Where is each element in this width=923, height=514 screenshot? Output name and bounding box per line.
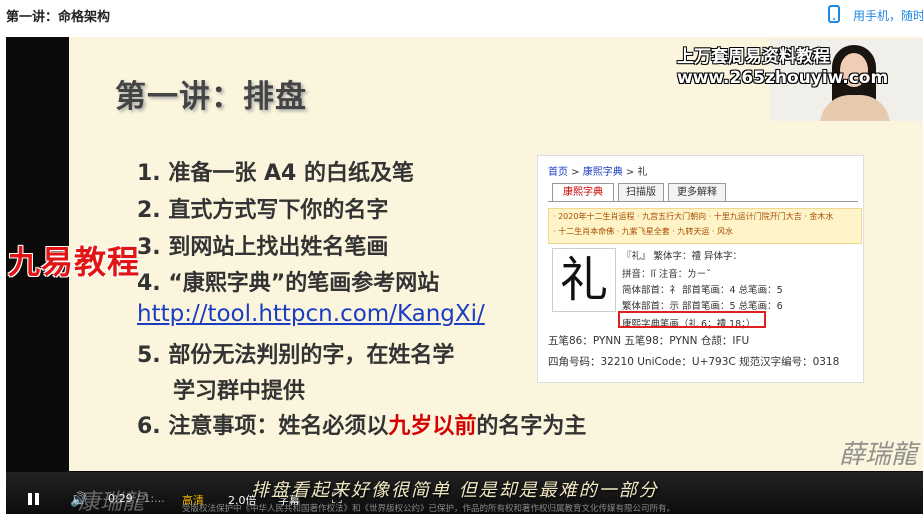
dict-character: 礼	[552, 248, 616, 312]
logo-watermark: 康瑞龍	[78, 490, 145, 514]
crumb-home: 首页	[548, 167, 568, 178]
slide-title: 第一讲：排盘	[115, 79, 307, 115]
item6-suffix: 的名字为主	[476, 414, 587, 439]
lesson-title: 第一讲：命格架构	[6, 10, 111, 25]
brand-watermark: 九易教程	[8, 243, 141, 281]
tab-scan: 扫描版	[618, 183, 664, 201]
dict-tabs: 康熙字典 扫描版 更多解释	[548, 183, 858, 202]
presenter-body	[820, 95, 890, 121]
ad-row-2: · 十二生肖本命佛 · 九紫飞星全套 · 九转天运 · 风水	[553, 227, 733, 236]
copyright-notice: 受版权法保护中《中华人民共和国著作权法》和《世界版权公约》已保护，作品的所有权和…	[182, 504, 676, 514]
reference-url: http://tool.httpcn.com/KangXi/	[137, 301, 485, 327]
top-bar: 第一讲：命格架构 用手机，随时	[0, 0, 923, 30]
video-player[interactable]: 第一讲：排盘 1. 准备一张 A4 的白纸及笔 2. 直式方式写下你的名字 3.…	[6, 37, 923, 514]
crumb-section: 康熙字典	[582, 167, 623, 178]
tab-more: 更多解释	[668, 183, 726, 201]
phone-icon[interactable]	[828, 5, 840, 23]
dictionary-screenshot: 首页 > 康熙字典 > 礼 康熙字典 扫描版 更多解释 · 2020年十二生肖运…	[537, 155, 864, 383]
dict-row-codes: 四角号码：32210 UniCode：U+793C 规范汉字编号：0318	[548, 356, 840, 368]
dict-row-pinyin: 拼音：lǐ 注音：ㄌㄧˇ	[622, 269, 712, 280]
dict-row-variants: 『礼』 繁体字：禮 异体字：	[622, 251, 743, 262]
item6-prefix: 6. 注意事项：姓名必须以	[137, 414, 389, 439]
list-item-5-continued: 学习群中提供	[173, 379, 306, 404]
highlight-box	[618, 311, 766, 328]
pause-icon[interactable]	[28, 493, 40, 505]
list-item-5: 5. 部份无法判别的字，在姓名学	[137, 343, 455, 368]
dict-row-wubi: 五笔86：PYNN 五笔98：PYNN 仓颉：IFU	[548, 335, 750, 347]
phone-link[interactable]: 用手机，随时	[853, 7, 923, 24]
signature-seal: 薛瑞龍	[839, 440, 918, 470]
ad-row-1: · 2020年十二生肖运程 · 九宫五行大门朝向 · 十里九运计门院开门大吉 ·…	[553, 212, 834, 221]
crumb-char: 礼	[637, 167, 648, 178]
tab-kangxi: 康熙字典	[552, 183, 614, 201]
list-item-6: 6. 注意事项：姓名必须以九岁以前的名字为主	[137, 408, 586, 440]
list-item-2: 2. 直式方式写下你的名字	[137, 198, 389, 223]
watermark-text: 上万套周易资料教程	[677, 47, 830, 67]
watermark-url: www.265zhouyiw.com	[677, 68, 889, 88]
item6-highlight: 九岁以前	[388, 414, 477, 439]
video-caption: 排盘看起来好像很简单 但是却是最难的一部分	[251, 480, 659, 501]
dict-row-simplified: 简体部首：礻 部首笔画：4 总笔画：5	[622, 285, 783, 296]
list-item-3: 3. 到网站上找出姓名笔画	[137, 235, 389, 260]
list-item-1: 1. 准备一张 A4 的白纸及笔	[137, 161, 414, 186]
list-item-4: 4. “康熙字典”的笔画参考网站	[137, 271, 440, 296]
breadcrumb: 首页 > 康熙字典 > 礼	[548, 167, 648, 178]
ad-links: · 2020年十二生肖运程 · 九宫五行大门朝向 · 十里九运计门院开门大吉 ·…	[548, 208, 862, 244]
dict-row-traditional: 繁体部首：示 部首笔画：5 总笔画：6	[622, 301, 783, 312]
